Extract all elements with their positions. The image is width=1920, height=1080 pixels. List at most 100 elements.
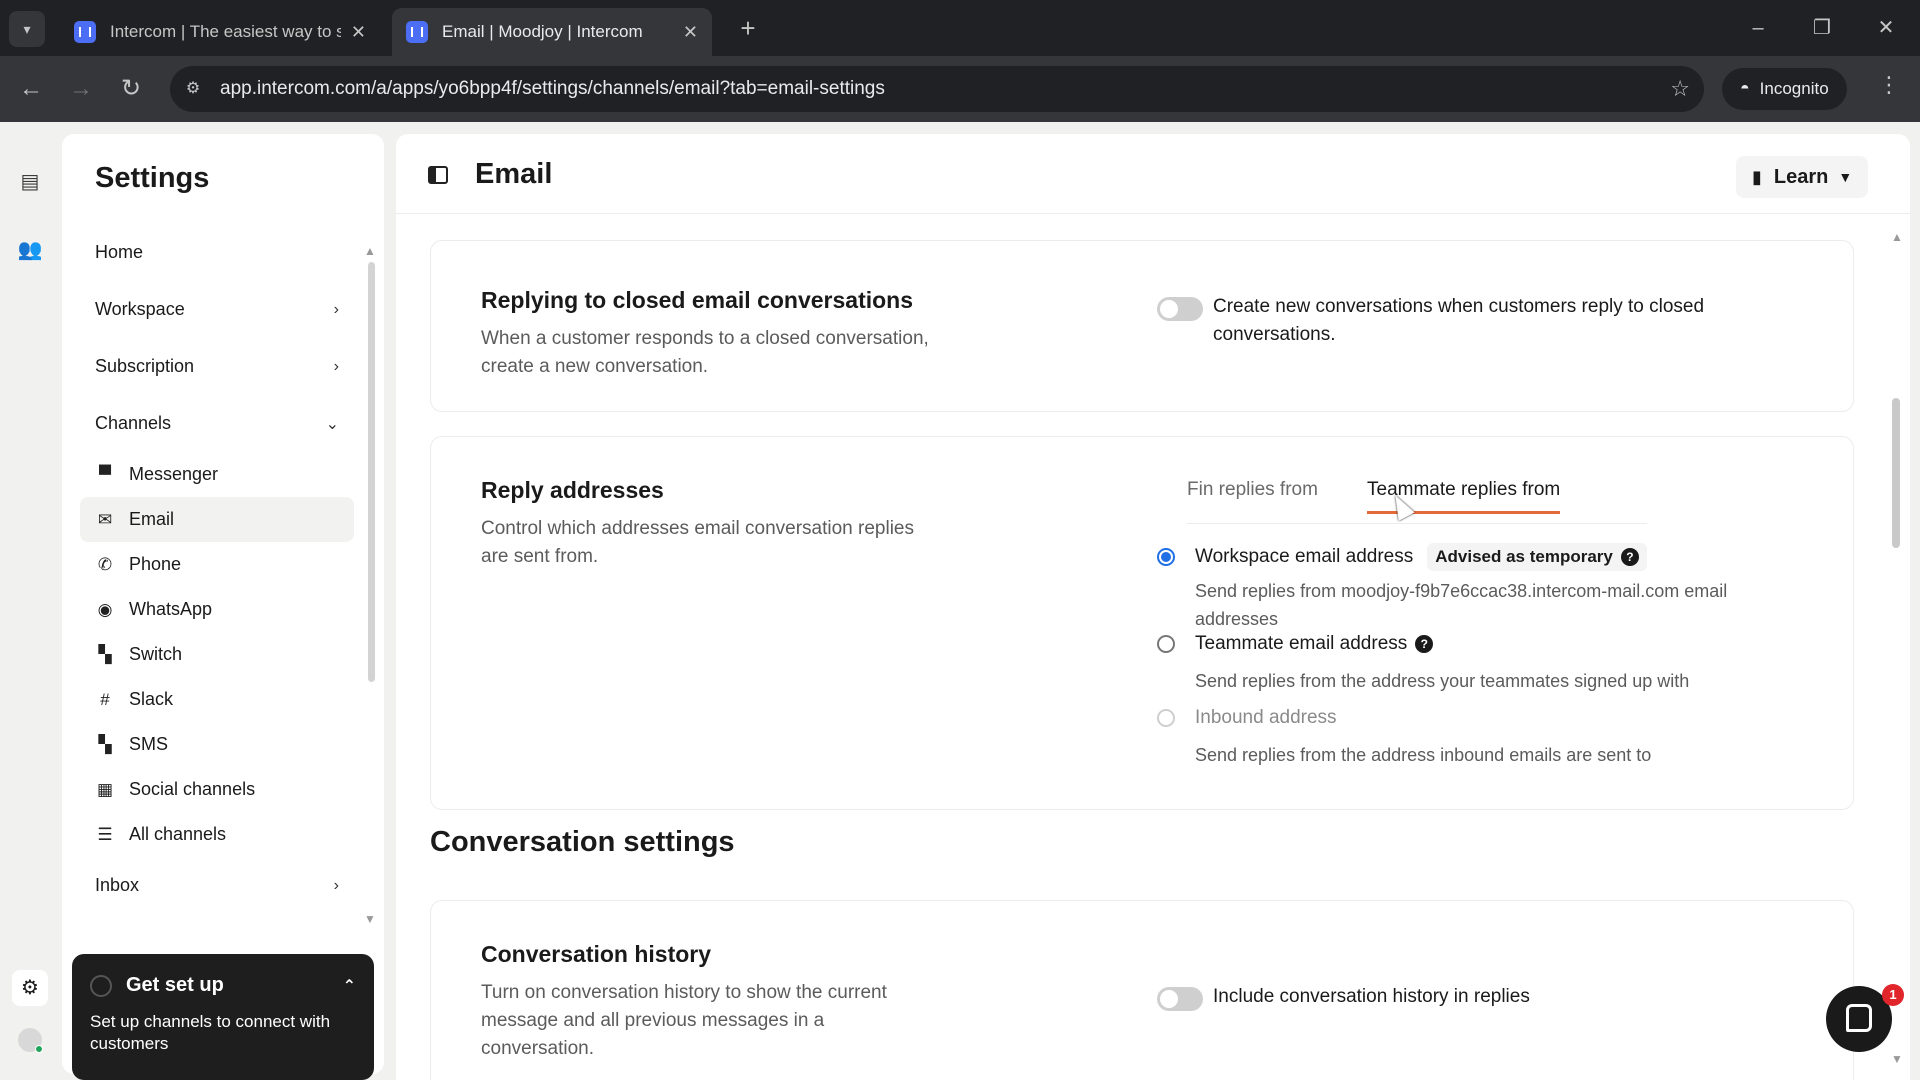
close-tab-icon[interactable]: ✕ [351,22,366,43]
help-icon[interactable]: ? [1415,635,1434,653]
learn-button[interactable]: ▮ Learn ▼ [1736,156,1869,198]
conversation-history-toggle[interactable] [1157,987,1203,1011]
back-icon[interactable]: ← [14,72,48,106]
browser-toolbar: ← → ↻ ⚙ app.intercom.com/a/apps/yo6bpp4f… [0,56,1920,122]
scroll-up-icon[interactable]: ▲ [364,244,376,258]
nav-item-channels[interactable]: Channels ⌄ [80,395,354,452]
tab-search-button[interactable]: ▾ [9,11,45,47]
closed-replies-toggle[interactable] [1157,297,1203,321]
slack-icon: # [100,689,110,709]
help-icon[interactable]: ? [1620,548,1639,566]
reload-icon[interactable]: ↻ [114,72,148,106]
radio-selected[interactable] [1157,548,1175,566]
bookmark-star-icon[interactable]: ☆ [1670,76,1690,102]
chevron-right-icon: › [333,300,339,318]
page-title: Email [475,158,553,190]
channel-item-phone[interactable]: ✆ Phone [80,542,354,587]
scroll-down-icon[interactable]: ▼ [1891,1052,1903,1066]
sidebar-scrollbar[interactable] [368,262,375,682]
close-tab-icon[interactable]: ✕ [683,22,698,43]
chevron-right-icon: › [333,876,339,894]
email-icon: ✉ [97,509,113,529]
browser-tab-email[interactable]: Email | Moodjoy | Intercom ✕ [392,8,712,56]
tab-fin-replies[interactable]: Fin replies from [1187,479,1318,501]
chat-icon [1846,1004,1872,1032]
inbox-rail-icon[interactable]: ▤ [14,166,46,198]
nav-item-home[interactable]: Home [80,224,354,281]
channel-item-email[interactable]: ✉ Email [80,497,354,542]
minimize-icon[interactable]: – [1736,8,1780,48]
nav-item-label: Inbox [95,875,140,895]
scroll-up-icon[interactable]: ▲ [1891,230,1903,244]
get-set-up-card[interactable]: Get set up ⌃ Set up channels to connect … [72,954,374,1080]
notification-badge: 1 [1882,984,1904,1006]
settings-gear-icon[interactable]: ⚙ [12,970,48,1006]
channel-item-all[interactable]: ☰ All channels [80,812,354,857]
option-label: Teammate email address [1195,633,1408,654]
channel-label: Email [129,509,175,529]
tab-divider [1187,523,1647,524]
close-window-icon[interactable]: ✕ [1864,8,1908,48]
channel-item-switch[interactable]: ▚ Switch [80,632,354,677]
incognito-icon: ◓ [1740,80,1750,97]
channel-label: Phone [129,554,182,574]
option-workspace-email[interactable]: Workspace email address Advised as tempo… [1157,543,1647,571]
avatar[interactable] [18,1028,43,1053]
restore-icon[interactable]: ❐ [1800,8,1844,48]
contacts-rail-icon[interactable]: 👥 [14,234,46,266]
reply-addresses-card: Reply addresses Control which addresses … [430,436,1854,810]
nav-item-subscription[interactable]: Subscription › [80,338,354,395]
option-description: Send replies from moodjoy-f9b7e6ccac38.i… [1195,581,1728,629]
toggle-label: Create new conversations when customers … [1213,296,1705,345]
learn-label: Learn [1773,165,1829,188]
radio-disabled[interactable] [1157,709,1175,727]
switch-icon: ▚ [98,644,112,664]
nav-item-label: Home [95,242,144,262]
new-tab-button[interactable]: + [732,12,764,44]
incognito-indicator[interactable]: ◓ Incognito [1722,68,1847,110]
main-content: Email ▮ Learn ▼ Replying to closed email… [396,134,1910,1080]
channel-item-messenger[interactable]: ▀ Messenger [80,452,354,497]
channel-item-slack[interactable]: # Slack [80,677,354,722]
channel-label: Slack [129,689,174,709]
channel-item-sms[interactable]: ▚ SMS [80,722,354,767]
browser-menu-icon[interactable]: ⋮ [1878,72,1900,98]
page-header: Email ▮ Learn ▼ [396,134,1910,214]
option-inbound-address[interactable]: Inbound address [1157,707,1337,729]
address-bar[interactable]: ⚙ app.intercom.com/a/apps/yo6bpp4f/setti… [170,66,1704,112]
badge-label: Advised as temporary [1435,547,1613,566]
settings-sidebar: Settings Home Workspace › Subscription ›… [62,134,384,1080]
option-teammate-email[interactable]: Teammate email address ? [1157,633,1434,655]
nav-item-inbox[interactable]: Inbox › [80,857,354,914]
conversation-history-card: Conversation history Turn on conversatio… [430,900,1854,1080]
forward-icon[interactable]: → [64,72,98,106]
phone-icon: ✆ [97,554,113,574]
card-title: Conversation history [481,941,712,967]
channel-item-whatsapp[interactable]: ◉ WhatsApp [80,587,354,632]
caret-down-icon: ▼ [1838,169,1853,185]
messenger-icon: ▀ [98,464,112,484]
nav-item-workspace[interactable]: Workspace › [80,281,354,338]
nav-item-label: Workspace [95,299,185,319]
sidebar-toggle-icon[interactable] [428,166,448,184]
browser-tab-bar: ▾ Intercom | The easiest way to su ✕ Ema… [0,0,1920,56]
site-info-icon[interactable]: ⚙ [182,78,204,100]
channel-item-social[interactable]: ▦ Social channels [80,767,354,812]
whatsapp-icon: ◉ [97,599,113,619]
browser-tab-intercom[interactable]: Intercom | The easiest way to su ✕ [60,8,380,56]
option-label: Inbound address [1195,707,1337,728]
nav-item-label: Subscription [95,356,195,376]
main-scrollbar[interactable] [1892,398,1900,548]
status-badge: Advised as temporary ? [1427,543,1647,571]
radio-unselected[interactable] [1157,635,1175,653]
sms-icon: ▚ [98,734,112,754]
intercom-favicon-icon [74,21,96,43]
option-description: Send replies from the address your teamm… [1195,671,1690,691]
scroll-down-icon[interactable]: ▼ [364,912,376,926]
card-title: Replying to closed email conversations [481,287,914,313]
list-icon: ☰ [97,824,113,844]
card-description: Turn on conversation history to show the… [481,982,887,1059]
book-icon: ▮ [1752,166,1762,187]
chevron-up-icon[interactable]: ⌃ [343,976,356,996]
section-title: Conversation settings [430,826,735,858]
